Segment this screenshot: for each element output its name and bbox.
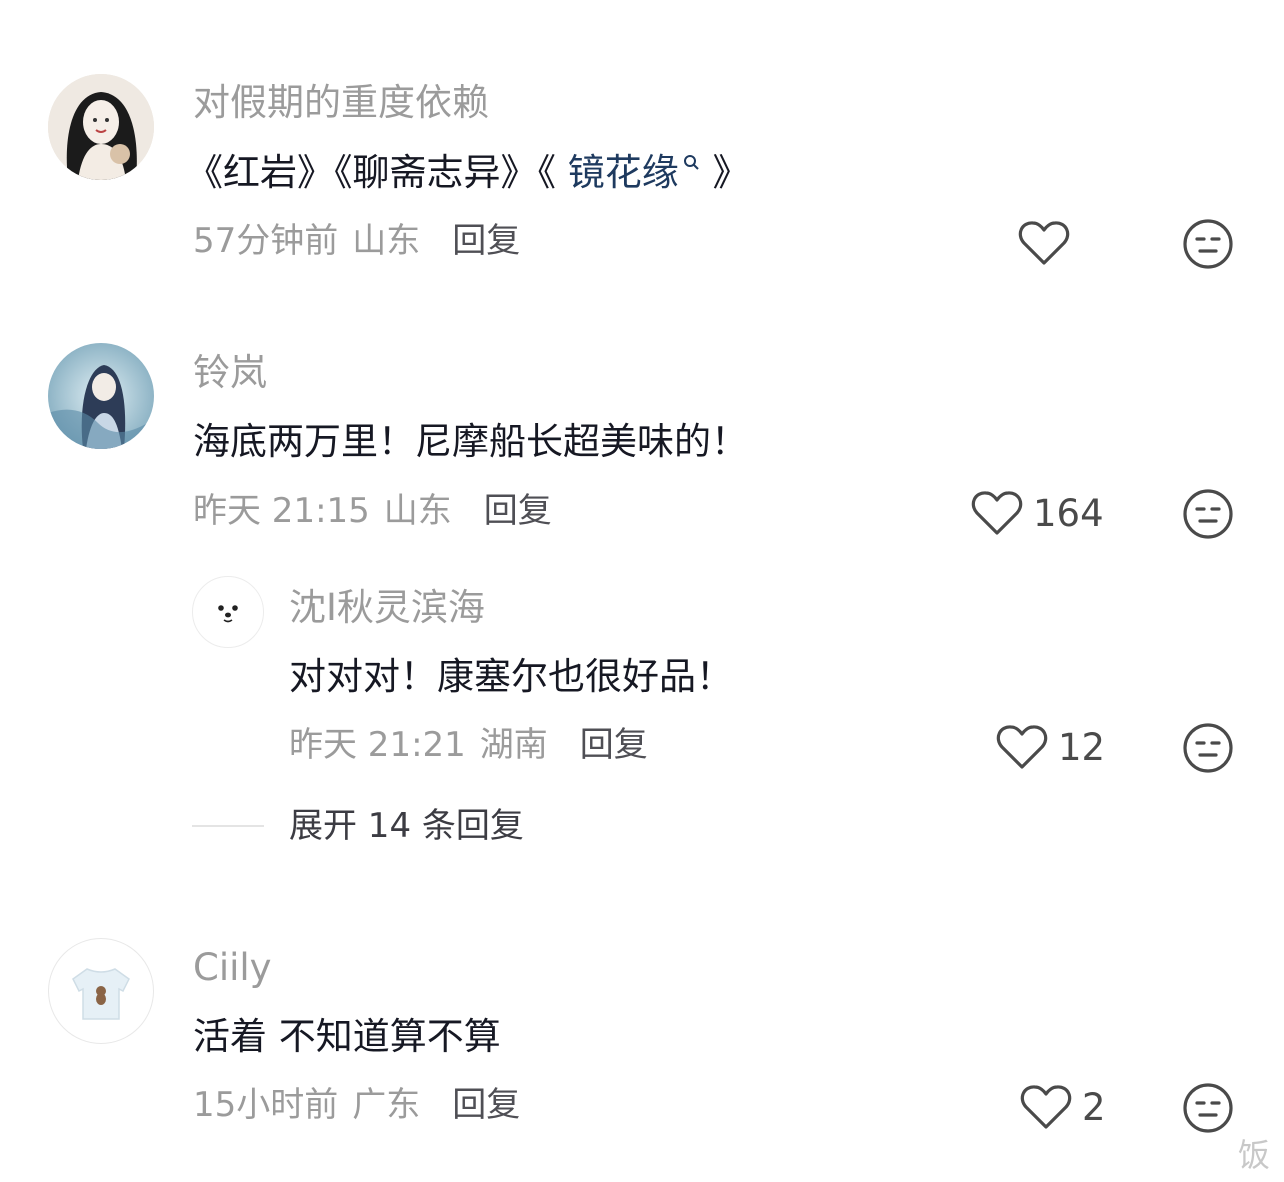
comment-location: 广东 — [352, 1085, 421, 1125]
heart-icon — [971, 491, 1023, 535]
reply-time: 昨天 21:21 — [289, 725, 466, 765]
reply-button[interactable]: 回复 — [452, 221, 520, 261]
reply-username[interactable]: 沈I秋灵滨海 — [289, 585, 485, 631]
comment-text: 《红岩》《聊斋志异》《 — [186, 151, 568, 194]
like-count: 12 — [1058, 725, 1106, 769]
like-count: 164 — [1033, 491, 1104, 535]
reply-button[interactable]: 回复 — [484, 491, 552, 531]
dislike-face-icon[interactable] — [1182, 218, 1234, 270]
like-button[interactable]: 12 — [996, 722, 1105, 772]
comment-time: 昨天 21:15 — [193, 491, 370, 531]
comment-username[interactable]: 铃岚 — [193, 350, 267, 396]
like-button[interactable]: 164 — [971, 488, 1104, 538]
comment-meta: 昨天 21:15 山东 回复 — [193, 490, 552, 532]
comment-location: 山东 — [352, 221, 421, 261]
reply-location: 湖南 — [479, 725, 548, 765]
search-icon — [683, 155, 699, 170]
dislike-face-icon[interactable] — [1182, 722, 1234, 774]
avatar[interactable] — [48, 343, 154, 449]
dislike-face-icon[interactable] — [1182, 488, 1234, 540]
avatar[interactable] — [48, 938, 154, 1044]
search-keyword-text: 镜花缘 — [567, 151, 679, 194]
comment-username[interactable]: Ciily — [193, 945, 272, 991]
comment-content: 活着 不知道算不算 — [193, 1015, 501, 1058]
girl-avatar-icon — [48, 74, 154, 180]
like-button[interactable]: 2 — [1020, 1082, 1106, 1132]
watermark: 饭 — [1238, 1136, 1271, 1174]
expand-divider — [192, 825, 264, 827]
reply-button[interactable]: 回复 — [452, 1085, 520, 1125]
heart-icon — [1020, 1085, 1072, 1129]
comment-content: 海底两万里！尼摩船长超美味的！ — [193, 420, 748, 463]
comment-time: 57分钟前 — [193, 221, 339, 261]
comment-location: 山东 — [383, 491, 452, 531]
comment-meta: 15小时前 广东 回复 — [193, 1084, 520, 1126]
reply-meta: 昨天 21:21 湖南 回复 — [289, 724, 648, 766]
search-keyword-link[interactable]: 镜花缘 — [568, 151, 701, 194]
comment-text: 》 — [700, 151, 750, 194]
expand-replies-button[interactable]: 展开 14 条回复 — [289, 805, 524, 847]
heart-icon — [1018, 221, 1070, 265]
comment-content: 《红岩》《聊斋志异》《 镜花缘 》 — [186, 150, 750, 196]
dog-face-icon — [218, 605, 238, 623]
avatar[interactable] — [192, 576, 264, 648]
dislike-face-icon[interactable] — [1182, 1082, 1234, 1134]
reply-button[interactable]: 回复 — [580, 725, 648, 765]
comment-meta: 57分钟前 山东 回复 — [193, 220, 520, 262]
reply-content: 对对对！康塞尔也很好品！ — [289, 655, 733, 698]
like-button[interactable] — [1018, 218, 1080, 268]
anime-avatar-icon — [48, 343, 154, 449]
comment-username[interactable]: 对假期的重度依赖 — [193, 80, 489, 126]
comment-time: 15小时前 — [193, 1085, 339, 1125]
heart-icon — [996, 725, 1048, 769]
avatar[interactable] — [48, 74, 154, 180]
bear-shirt-avatar-icon — [72, 968, 130, 1020]
like-count: 2 — [1082, 1085, 1106, 1129]
